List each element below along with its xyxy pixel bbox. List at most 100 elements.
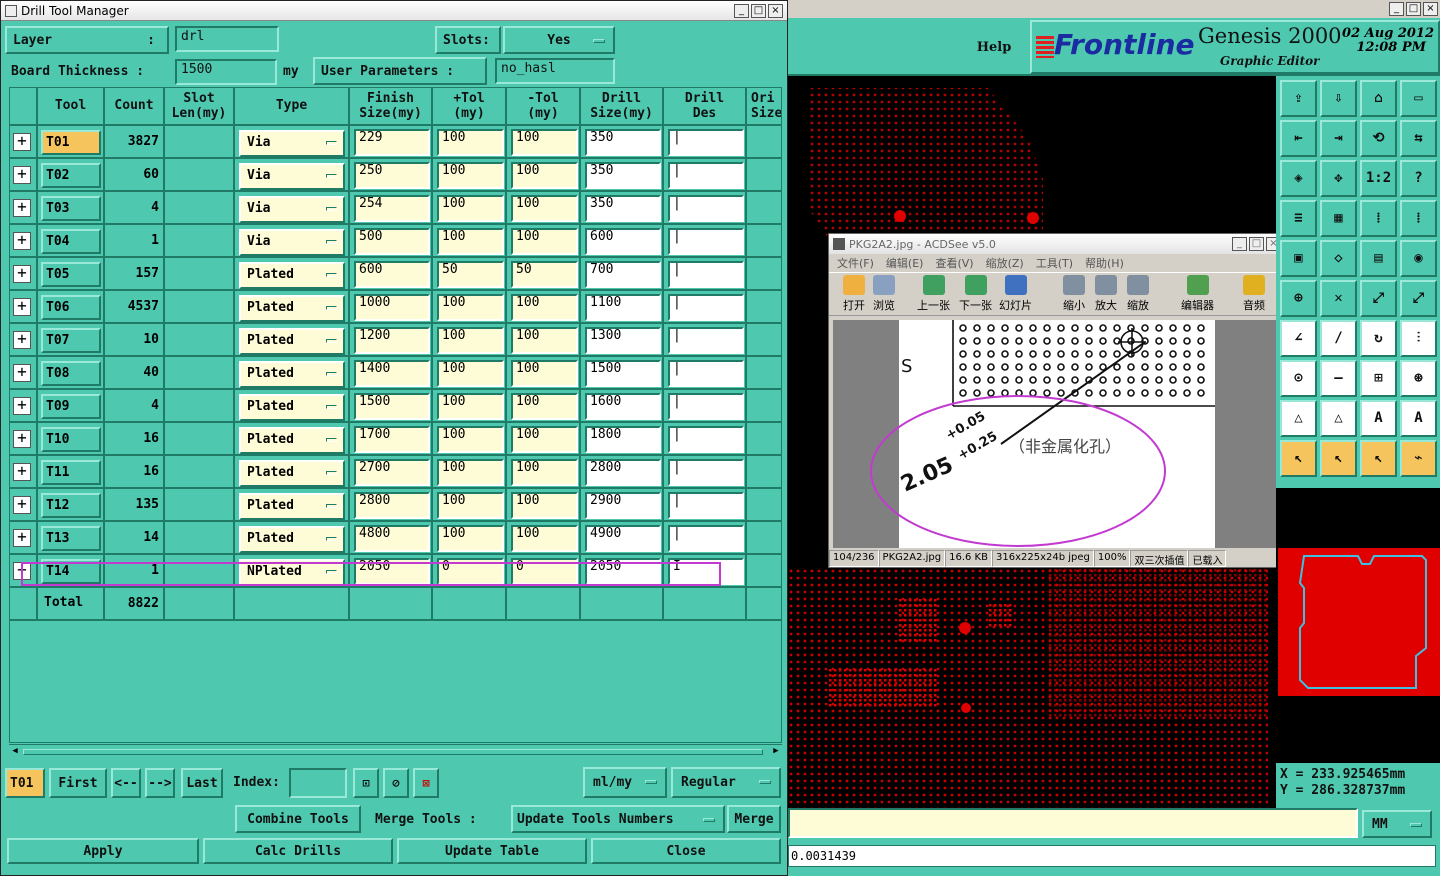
units-mm-select[interactable]: MM [1362,810,1432,838]
merge-option-select[interactable]: Update Tools Numbers [511,805,725,833]
minus-tol-input[interactable]: 100 [511,228,578,255]
tool-button[interactable]: T12 [41,493,101,518]
maximize-button[interactable]: □ [751,3,766,18]
scroll-left-icon[interactable]: ◀ [9,746,21,757]
drill-des-input[interactable]: | [668,492,744,519]
acdsee-tool-button[interactable]: 放大 [1095,275,1117,313]
home-icon[interactable]: ⌂ [1360,80,1397,117]
plus-tol-input[interactable]: 100 [437,129,504,156]
board-thickness-field[interactable]: 1500 [175,59,277,85]
plus-tol-input[interactable]: 100 [437,525,504,552]
finish-size-input[interactable]: 1500 [354,393,430,420]
type-select[interactable]: Plated [239,460,345,487]
calc-drills-button[interactable]: Calc Drills [203,838,393,864]
acdsee-tool-button[interactable]: 幻灯片 [999,275,1032,313]
expand-icon[interactable]: + [13,199,31,217]
plus-tol-input[interactable]: 100 [437,426,504,453]
help-icon[interactable]: ? [1400,160,1437,197]
expand-icon[interactable]: + [13,364,31,382]
finish-size-input[interactable]: 500 [354,228,430,255]
tool-button[interactable]: T02 [41,163,101,188]
drill-des-input[interactable]: | [668,294,744,321]
pan-icon[interactable]: ✥ [1320,160,1357,197]
type-select[interactable]: Plated [239,394,345,421]
drill-des-input[interactable]: | [668,327,744,354]
open-job-icon[interactable]: ⇪ [1280,80,1317,117]
tool-button[interactable]: T13 [41,526,101,551]
type-select[interactable]: Plated [239,295,345,322]
plus-tol-input[interactable]: 100 [437,459,504,486]
zoom-fit-icon[interactable]: ◈ [1280,160,1317,197]
drill-des-input[interactable]: | [668,393,744,420]
slots-select[interactable]: Yes [503,26,615,54]
drill-des-input[interactable]: | [668,195,744,222]
plus-tol-input[interactable]: 100 [437,327,504,354]
drill-size-input[interactable]: 1500 [585,360,661,387]
acdsee-tool-button[interactable]: 打开 [843,275,865,313]
delete-icon[interactable]: ⊠ [413,768,439,798]
type-select[interactable]: Via [239,130,345,157]
acdsee-minimize-button[interactable]: _ [1232,237,1247,251]
snap2-icon[interactable]: ⁞ [1400,200,1437,237]
tool-button[interactable]: T04 [41,229,101,254]
expand-icon[interactable]: + [13,166,31,184]
plus-tol-input[interactable]: 100 [437,393,504,420]
image-viewport[interactable]: S 2.05 +0.05 +0.25 （非金属化孔） [833,320,1282,548]
drill-size-input[interactable]: 1300 [585,327,661,354]
finish-size-input[interactable]: 2700 [354,459,430,486]
expand-icon[interactable]: + [13,133,31,151]
drill-des-input[interactable]: | [668,261,744,288]
finish-size-input[interactable]: 254 [354,195,430,222]
minus-tol-input[interactable]: 100 [511,525,578,552]
line-icon[interactable]: / [1320,320,1357,357]
pad-icon[interactable]: ▣ [1280,240,1317,277]
minus-tol-input[interactable]: 100 [511,327,578,354]
tool-button[interactable]: T06 [41,295,101,320]
resize-icon[interactable]: ⤢ [1360,280,1397,317]
route-icon[interactable]: ⌁ [1400,440,1437,477]
prev-step-icon[interactable]: ⇤ [1280,120,1317,157]
drill-des-input[interactable]: | [668,426,744,453]
apply-button[interactable]: Apply [7,838,199,864]
finish-size-input[interactable]: 600 [354,261,430,288]
box-icon[interactable]: ⊞ [1360,360,1397,397]
window-icon[interactable]: ▭ [1400,80,1437,117]
drill-des-input[interactable]: | [668,360,744,387]
expand-icon[interactable]: + [13,496,31,514]
layers-icon[interactable]: ≡ [1280,200,1317,237]
drill-size-input[interactable]: 350 [585,129,661,156]
plus-tol-input[interactable]: 100 [437,195,504,222]
find-icon[interactable]: ⊡ [353,768,379,798]
units-select[interactable]: ml/my [583,767,667,798]
triangle-icon[interactable]: △ [1280,400,1317,437]
finish-size-input[interactable]: 2800 [354,492,430,519]
triangle2-icon[interactable]: △ [1320,400,1357,437]
plus-tol-input[interactable]: 100 [437,492,504,519]
genesis-close-button[interactable]: × [1423,2,1438,16]
close-window-button[interactable]: × [768,3,783,18]
minus-tol-input[interactable]: 100 [511,393,578,420]
expand-icon[interactable]: + [13,529,31,547]
type-select[interactable]: Via [239,196,345,223]
minus-tol-input[interactable]: 100 [511,162,578,189]
expand-icon[interactable]: + [13,397,31,415]
tool-button[interactable]: T01 [41,130,101,155]
pointer2-icon[interactable]: ↖ [1320,440,1357,477]
grid-icon[interactable]: ▦ [1320,200,1357,237]
circle-icon[interactable]: ◉ [1400,240,1437,277]
tool-button[interactable]: T10 [41,427,101,452]
finish-size-input[interactable]: 4800 [354,525,430,552]
pointer-icon[interactable]: ↖ [1280,440,1317,477]
type-select[interactable]: Plated [239,328,345,355]
text-icon[interactable]: A [1360,400,1397,437]
drill-des-input[interactable]: | [668,228,744,255]
drill-size-input[interactable]: 1100 [585,294,661,321]
drill-des-input[interactable]: | [668,525,744,552]
horizontal-scrollbar[interactable]: ◀ ▶ [9,744,782,758]
expand-icon[interactable]: + [13,298,31,316]
type-select[interactable]: Via [239,163,345,190]
user-parameters-field[interactable]: no_hasl [495,58,615,84]
ruler-icon[interactable]: ▤ [1360,240,1397,277]
acdsee-tool-button[interactable]: 缩放 [1127,275,1149,313]
last-button[interactable]: Last [181,768,223,798]
